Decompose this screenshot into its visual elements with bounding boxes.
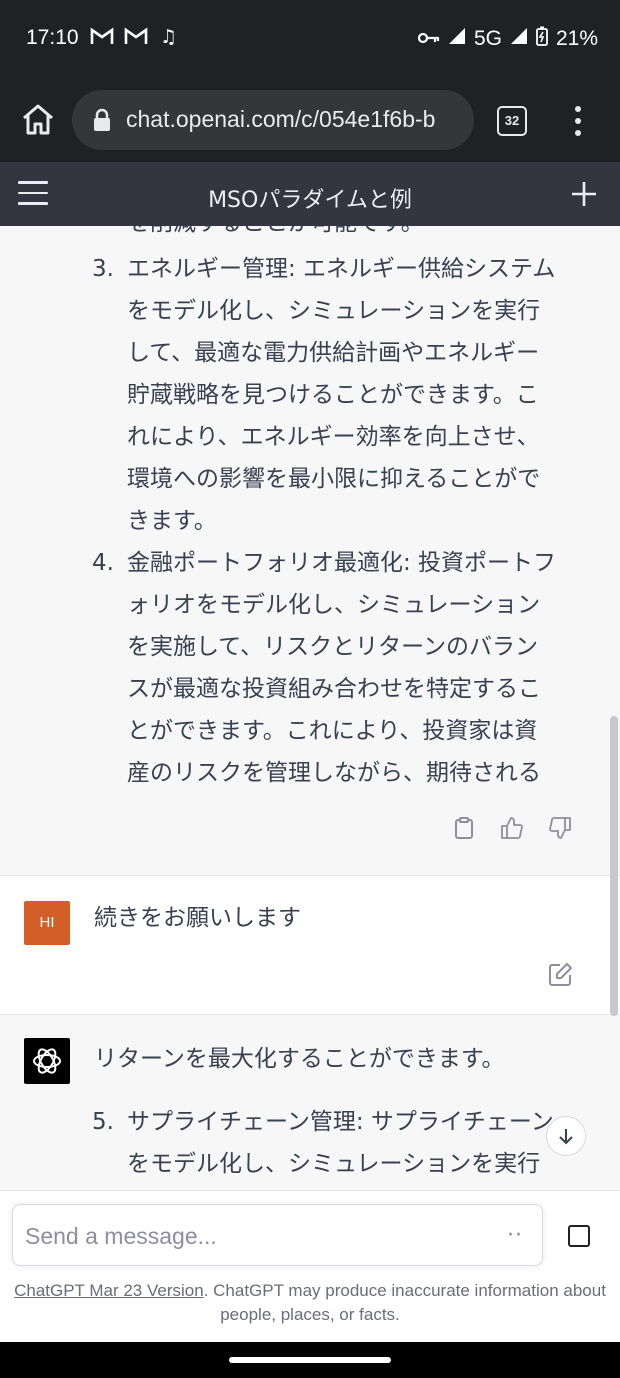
music-icon: ♫ — [160, 26, 178, 48]
vpn-key-icon — [417, 27, 440, 51]
typing-indicator-icon: ·· — [507, 1223, 523, 1248]
message-text-partial: を削減することが可能です。 — [127, 226, 424, 244]
system-nav-bar — [0, 1342, 620, 1378]
ordered-list: 5. サプライチェーン管理: サプライチェーンをモデル化し、シミュレーションを実… — [0, 1101, 600, 1185]
home-icon[interactable] — [18, 100, 58, 140]
status-bar: 17:10 ♫ 5G 21% — [0, 0, 620, 80]
user-message: HI 続きをお願いします — [0, 876, 620, 1015]
cell-signal-icon — [510, 27, 528, 51]
copy-icon[interactable] — [452, 816, 476, 840]
ordered-list: 3. エネルギー管理: エネルギー供給システムをモデル化し、シミュレーションを実… — [0, 248, 600, 794]
composer: ·· ChatGPT Mar 23 Version. ChatGPT may p… — [0, 1190, 620, 1342]
new-chat-icon[interactable] — [570, 180, 598, 208]
tab-switcher-button[interactable]: 32 — [497, 106, 527, 136]
user-message-text: 続きをお願いします — [94, 905, 301, 931]
list-number: 4. — [92, 550, 114, 576]
message-input[interactable] — [25, 1219, 495, 1253]
list-number: 3. — [92, 256, 114, 282]
more-options-icon[interactable] — [566, 104, 590, 138]
url-text: chat.openai.com/c/054e1f6b-b — [126, 106, 436, 132]
app-header: MSOパラダイムと例 — [0, 162, 620, 226]
thumbs-down-icon[interactable] — [548, 816, 572, 840]
assistant-message: を削減することが可能です。 3. エネルギー管理: エネルギー供給システムをモデ… — [0, 226, 620, 876]
scrollbar[interactable] — [610, 716, 618, 1016]
list-number: 5. — [92, 1109, 114, 1135]
assistant-message: リターンを最大化することができます。 5. サプライチェーン管理: サプライチェ… — [0, 1015, 620, 1190]
list-item-text: エネルギー管理: エネルギー供給システムをモデル化し、シミュレーションを実行して… — [127, 256, 556, 534]
lock-icon — [92, 108, 112, 132]
browser-toolbar: chat.openai.com/c/054e1f6b-b 32 — [0, 80, 620, 162]
gmail-icon — [124, 26, 148, 51]
list-item-text: サプライチェーン管理: サプライチェーンをモデル化し、シミュレーションを実行 — [127, 1109, 554, 1177]
battery-charging-icon — [536, 26, 548, 52]
message-actions — [452, 816, 572, 840]
url-bar[interactable]: chat.openai.com/c/054e1f6b-b — [72, 90, 474, 150]
conversation-title: MSOパラダイムと例 — [208, 188, 412, 213]
battery-level: 21% — [555, 27, 598, 50]
scroll-down-button[interactable] — [546, 1116, 586, 1156]
chatgpt-logo-icon — [24, 1038, 70, 1084]
chat-area[interactable]: を削減することが可能です。 3. エネルギー管理: エネルギー供給システムをモデ… — [0, 226, 620, 1190]
version-link[interactable]: ChatGPT Mar 23 Version — [14, 1281, 204, 1300]
gmail-icon — [90, 26, 114, 51]
list-item: 4. 金融ポートフォリオ最適化: 投資ポートフォリオをモデル化し、シミュレーショ… — [0, 542, 600, 794]
stop-icon[interactable] — [568, 1225, 590, 1247]
thumbs-up-icon[interactable] — [500, 816, 524, 840]
user-avatar: HI — [24, 901, 70, 945]
disclaimer-text: . ChatGPT may produce inaccurate informa… — [203, 1281, 606, 1324]
list-item: 3. エネルギー管理: エネルギー供給システムをモデル化し、シミュレーションを実… — [0, 248, 600, 542]
disclaimer: ChatGPT Mar 23 Version. ChatGPT may prod… — [10, 1279, 610, 1327]
gesture-handle[interactable] — [229, 1357, 391, 1363]
edit-icon[interactable] — [548, 961, 574, 987]
wifi-signal-icon — [448, 27, 466, 51]
network-type: 5G — [473, 27, 502, 50]
arrow-down-icon — [559, 1129, 573, 1145]
status-time: 17:10 — [26, 26, 79, 49]
list-item-text: 金融ポートフォリオ最適化: 投資ポートフォリオをモデル化し、シミュレーションを実… — [127, 550, 557, 786]
message-input-box[interactable]: ·· — [12, 1204, 543, 1266]
message-text: リターンを最大化することができます。 — [94, 1046, 505, 1072]
list-item: 5. サプライチェーン管理: サプライチェーンをモデル化し、シミュレーションを実… — [0, 1101, 600, 1185]
